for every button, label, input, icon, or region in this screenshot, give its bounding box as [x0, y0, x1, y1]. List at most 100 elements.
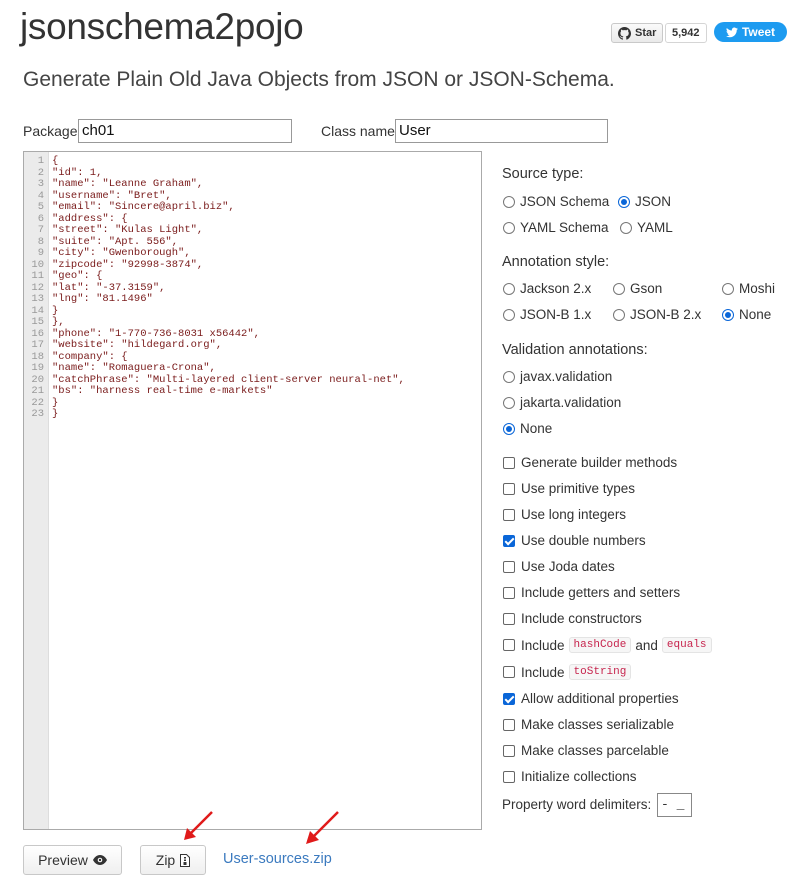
source-type-yaml[interactable]: YAML	[620, 220, 673, 235]
github-star-button[interactable]: Star	[611, 23, 664, 43]
checkbox[interactable]	[503, 456, 515, 469]
radio-button[interactable]	[503, 195, 515, 208]
checkbox[interactable]	[503, 534, 515, 547]
checkbox[interactable]	[503, 508, 515, 521]
checkbox[interactable]	[503, 744, 515, 757]
checkbox[interactable]	[503, 482, 515, 495]
source-type-label: Source type:	[502, 166, 584, 182]
code-text: {	[52, 155, 59, 167]
code-line: 21 "bs": "harness real-time e-markets"	[24, 385, 481, 398]
github-star-label: Star	[635, 27, 657, 39]
checkbox[interactable]	[503, 770, 515, 783]
radio-button[interactable]	[503, 396, 515, 409]
class-name-label: Class name	[321, 123, 395, 139]
checkbox[interactable]	[503, 639, 515, 651]
checkbox[interactable]	[503, 612, 515, 625]
source-type-json[interactable]: JSON	[618, 194, 671, 209]
twitter-bird-icon	[725, 27, 738, 37]
code-line: 14}	[24, 305, 481, 318]
annotation-jackson[interactable]: Jackson 2.x	[503, 281, 591, 296]
radio-button[interactable]	[618, 195, 630, 208]
annotation-style-label: Annotation style:	[502, 254, 610, 270]
line-number: 1	[37, 155, 44, 167]
annotation-none[interactable]: None	[722, 307, 771, 322]
code-text: "website": "hildegard.org",	[52, 339, 223, 351]
radio-button[interactable]	[503, 282, 515, 295]
option-label: YAML	[637, 220, 673, 235]
option-label: Include	[521, 637, 565, 653]
radio-button[interactable]	[722, 282, 734, 295]
page-subtitle: Generate Plain Old Java Objects from JSO…	[23, 68, 615, 91]
annotation-gson[interactable]: Gson	[613, 281, 662, 296]
github-star-count[interactable]: 5,942	[665, 23, 707, 43]
code-text: "name": "Romaguera-Crona",	[52, 362, 216, 374]
radio-button[interactable]	[722, 308, 734, 321]
validation-javax[interactable]: javax.validation	[503, 369, 612, 384]
option-additional-properties[interactable]: Allow additional properties	[503, 691, 679, 706]
validation-jakarta[interactable]: jakarta.validation	[503, 395, 621, 410]
checkbox[interactable]	[503, 666, 515, 678]
delimiters-input[interactable]: - _	[657, 793, 692, 817]
option-initialize-collections[interactable]: Initialize collections	[503, 769, 637, 784]
radio-button[interactable]	[503, 370, 515, 383]
code-line: 19 "name": "Romaguera-Crona",	[24, 362, 481, 375]
option-hashcode-equals[interactable]: Include hashCode and equals	[503, 637, 716, 653]
source-type-yaml-schema[interactable]: YAML Schema	[503, 220, 609, 235]
annotation-jsonb2[interactable]: JSON-B 2.x	[613, 307, 701, 322]
code-text: "email": "Sincere@april.biz",	[52, 201, 235, 213]
option-generate-builders[interactable]: Generate builder methods	[503, 455, 677, 470]
code-text: },	[52, 316, 65, 328]
preview-button[interactable]: Preview	[23, 845, 122, 875]
checkbox[interactable]	[503, 586, 515, 599]
download-zip-link[interactable]: User-sources.zip	[223, 851, 332, 867]
class-name-input[interactable]: User	[395, 119, 608, 143]
annotation-jsonb1[interactable]: JSON-B 1.x	[503, 307, 591, 322]
radio-button[interactable]	[503, 308, 515, 321]
option-constructors[interactable]: Include constructors	[503, 611, 642, 626]
line-number: 19	[31, 362, 44, 374]
arrow-annotation-icon	[306, 811, 339, 844]
code-text: "geo": {	[52, 270, 103, 282]
option-label: Generate builder methods	[521, 455, 678, 470]
radio-button[interactable]	[613, 308, 625, 321]
radio-button[interactable]	[503, 221, 515, 234]
preview-label: Preview	[38, 852, 88, 868]
annotation-moshi[interactable]: Moshi	[722, 281, 775, 296]
arrow-annotation-icon	[184, 811, 213, 840]
option-tostring[interactable]: Include toString	[503, 664, 635, 680]
code-equals: equals	[661, 637, 712, 653]
code-line: 22}	[24, 397, 481, 410]
radio-button[interactable]	[613, 282, 625, 295]
line-number: 13	[31, 293, 44, 305]
option-label: YAML Schema	[520, 220, 609, 235]
option-label: jakarta.validation	[520, 395, 622, 410]
radio-button[interactable]	[503, 422, 515, 435]
tweet-button[interactable]: Tweet	[714, 22, 787, 42]
option-long-integers[interactable]: Use long integers	[503, 507, 626, 522]
json-editor[interactable]: 1{2 "id": 1, 3 "name": "Leanne Graham", 4 "us…	[23, 151, 482, 830]
line-number: 21	[31, 385, 44, 397]
validation-none[interactable]: None	[503, 421, 552, 436]
option-getters-setters[interactable]: Include getters and setters	[503, 585, 680, 600]
option-serializable[interactable]: Make classes serializable	[503, 717, 674, 732]
package-input[interactable]: ch01	[78, 119, 292, 143]
checkbox[interactable]	[503, 718, 515, 731]
file-zip-icon	[180, 853, 191, 867]
code-line: 13 "lng": "81.1496"	[24, 293, 481, 306]
option-label: javax.validation	[520, 369, 613, 384]
option-label: Use primitive types	[521, 481, 636, 496]
code-line: 17 "website": "hildegard.org",	[24, 339, 481, 352]
checkbox[interactable]	[503, 560, 515, 573]
radio-button[interactable]	[620, 221, 632, 234]
option-label-and: and	[635, 637, 658, 653]
option-double-numbers[interactable]: Use double numbers	[503, 533, 646, 548]
option-primitive-types[interactable]: Use primitive types	[503, 481, 635, 496]
source-type-json-schema[interactable]: JSON Schema	[503, 194, 609, 209]
option-label: Jackson 2.x	[520, 281, 592, 296]
checkbox[interactable]	[503, 692, 515, 705]
code-line: 5 "email": "Sincere@april.biz",	[24, 201, 481, 214]
option-joda-dates[interactable]: Use Joda dates	[503, 559, 615, 574]
zip-button[interactable]: Zip	[140, 845, 206, 875]
option-parcelable[interactable]: Make classes parcelable	[503, 743, 669, 758]
code-text: "lng": "81.1496"	[52, 293, 153, 305]
